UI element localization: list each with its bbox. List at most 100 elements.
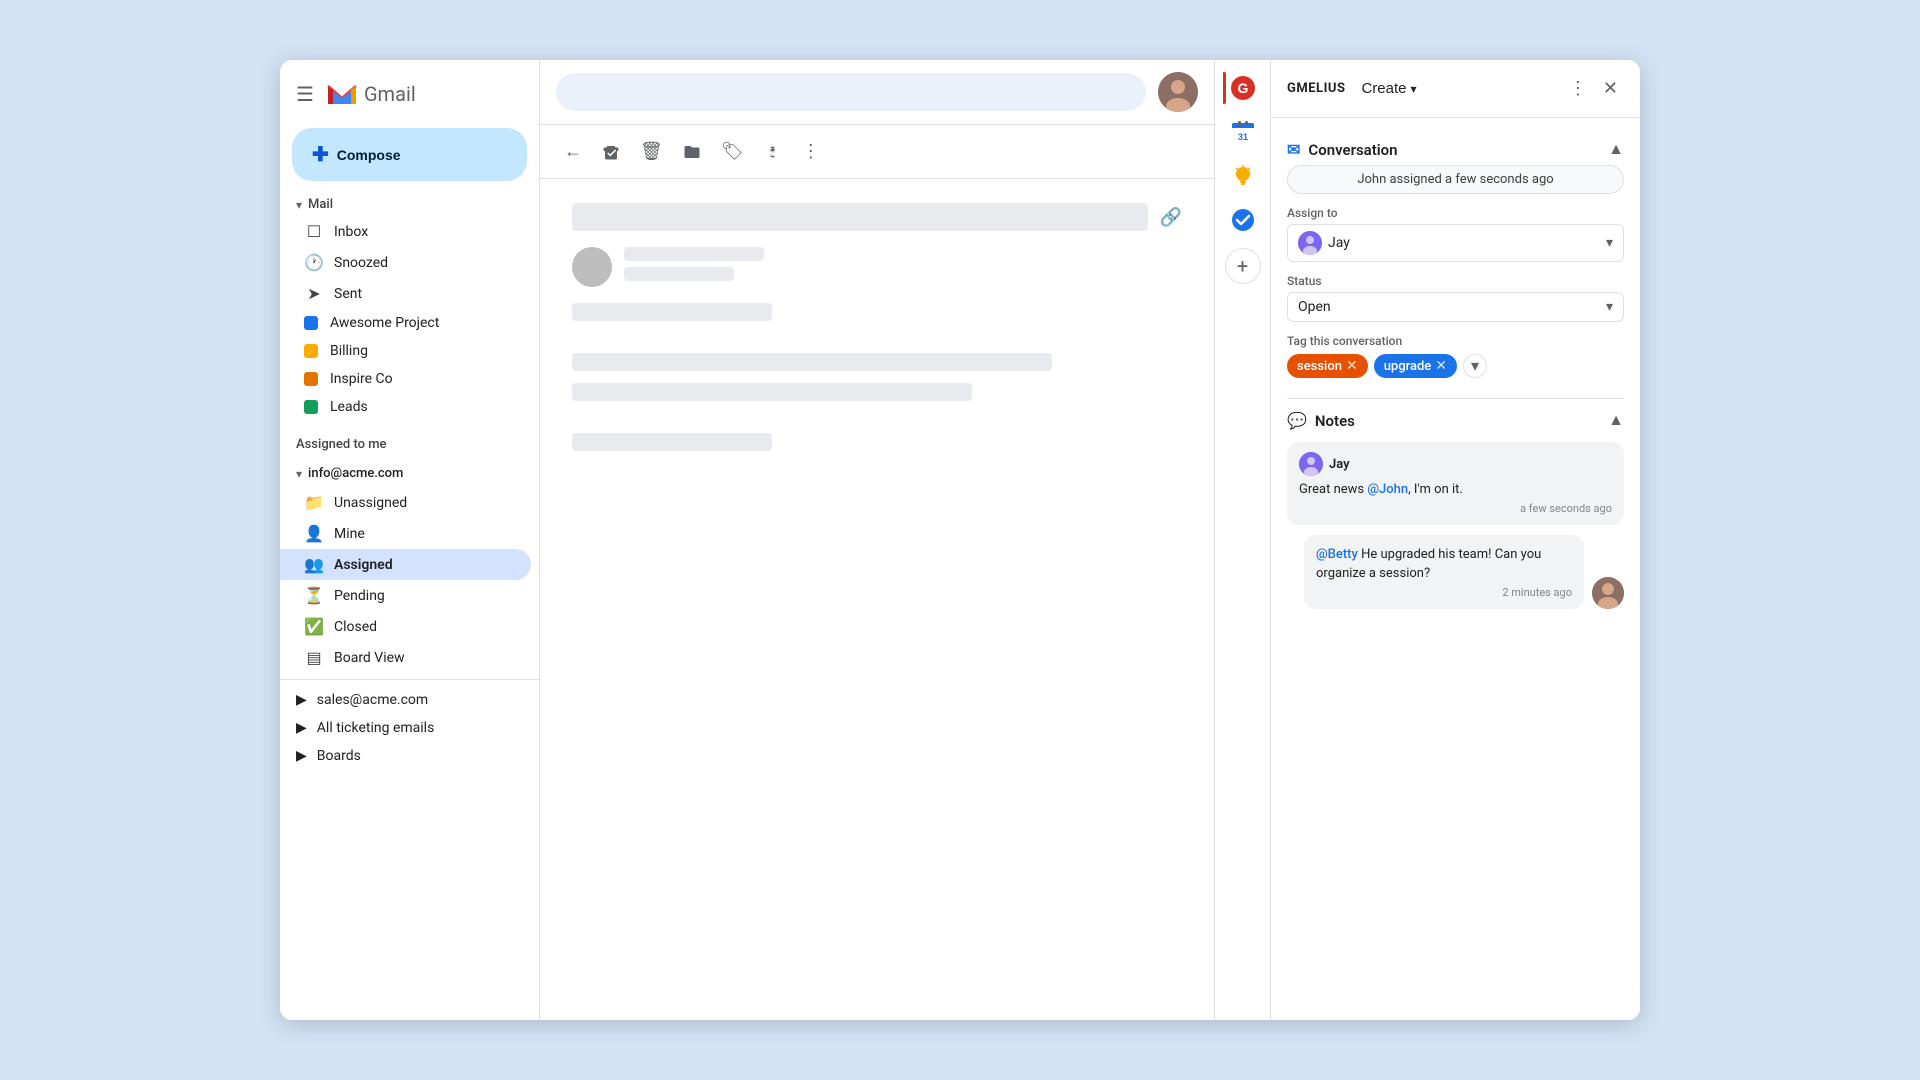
email-body-skeletons bbox=[572, 303, 1182, 451]
tags-label: Tag this conversation bbox=[1287, 334, 1624, 348]
note-2-bubble: @Betty He upgraded his team! Can you org… bbox=[1304, 535, 1584, 609]
close-panel-button[interactable]: ✕ bbox=[1597, 74, 1624, 103]
conversation-collapse-button[interactable]: ▲ bbox=[1608, 141, 1624, 159]
delete-button[interactable]: 🗑 bbox=[632, 133, 671, 170]
sidebar-item-leads[interactable]: Leads bbox=[280, 393, 531, 421]
hamburger-icon[interactable]: ☰ bbox=[296, 82, 314, 106]
gmelius-header: GMELIUS Create ▾ ⋮ ✕ bbox=[1271, 60, 1640, 118]
add-plus-icon: + bbox=[1237, 254, 1248, 278]
user-avatar-image bbox=[1158, 72, 1198, 112]
sidebar-item-closed[interactable]: ✅ Closed bbox=[280, 611, 531, 642]
assign-to-value: Jay bbox=[1328, 235, 1350, 251]
main-content: ← 🗑 🏷 ⋮ 🔗 bbox=[540, 60, 1214, 1020]
closed-icon: ✅ bbox=[304, 617, 324, 636]
tags-expand-button[interactable]: ▾ bbox=[1463, 354, 1487, 378]
sidebar-item-awesome-project[interactable]: Awesome Project bbox=[280, 309, 531, 337]
assign-to-chevron-icon: ▾ bbox=[1606, 235, 1613, 251]
note-2-row: @Betty He upgraded his team! Can you org… bbox=[1287, 535, 1624, 609]
snooze-button[interactable] bbox=[756, 135, 790, 169]
svg-text:G: G bbox=[1237, 80, 1248, 96]
sidebar: ☰ Gmail ✚ Compose ▾ bbox=[280, 60, 540, 1020]
check-side-icon[interactable] bbox=[1223, 200, 1263, 240]
divider-1 bbox=[280, 679, 539, 680]
more-options-button[interactable]: ⋮ bbox=[1563, 74, 1593, 103]
email-sender-row bbox=[572, 247, 1182, 287]
sidebar-item-pending[interactable]: ⏳ Pending bbox=[280, 580, 531, 611]
add-side-button[interactable]: + bbox=[1225, 248, 1261, 284]
status-select[interactable]: Open ▾ bbox=[1287, 292, 1624, 322]
sidebar-item-snoozed[interactable]: 🕐 Snoozed bbox=[280, 247, 531, 278]
more-button[interactable]: ⋮ bbox=[794, 133, 828, 170]
board-view-label: Board View bbox=[334, 650, 405, 666]
gmail-logo: Gmail bbox=[324, 76, 416, 112]
compose-button[interactable]: ✚ Compose bbox=[292, 128, 527, 181]
move-button[interactable] bbox=[675, 135, 709, 169]
note-2-text: @Betty He upgraded his team! Can you org… bbox=[1316, 545, 1572, 584]
leads-label: Leads bbox=[330, 399, 368, 415]
sidebar-item-sent[interactable]: ➤ Sent bbox=[280, 278, 531, 309]
awesome-project-dot bbox=[304, 316, 318, 330]
gmail-text: Gmail bbox=[364, 82, 416, 106]
sidebar-item-unassigned[interactable]: 📁 Unassigned bbox=[280, 487, 531, 518]
assigned-to-me-section: Assigned to me bbox=[280, 429, 539, 456]
all-ticketing-label: All ticketing emails bbox=[317, 720, 435, 736]
jay-note-avatar-image bbox=[1299, 452, 1323, 476]
calendar-icon: 31 31 bbox=[1230, 119, 1256, 145]
create-button[interactable]: Create ▾ bbox=[1353, 76, 1424, 101]
sender-detail-skeleton bbox=[624, 267, 734, 281]
gmelius-panel: GMELIUS Create ▾ ⋮ ✕ ✉ Conversation bbox=[1270, 60, 1640, 1020]
gmelius-side-icon[interactable]: G bbox=[1223, 68, 1263, 108]
sidebar-item-mine[interactable]: 👤 Mine bbox=[280, 518, 531, 549]
notes-label: Notes bbox=[1315, 412, 1355, 430]
sidebar-item-inspire-co[interactable]: Inspire Co bbox=[280, 365, 531, 393]
mail-section-label: Mail bbox=[308, 197, 333, 212]
calendar-side-icon[interactable]: 31 31 bbox=[1223, 112, 1263, 152]
conversation-title: ✉ Conversation bbox=[1287, 140, 1398, 159]
conversation-icon: ✉ bbox=[1287, 140, 1300, 159]
archive-button[interactable] bbox=[594, 135, 628, 169]
tag-upgrade[interactable]: upgrade ✕ bbox=[1374, 354, 1457, 378]
assign-to-field: Assign to Jay ▾ bbox=[1287, 206, 1624, 262]
john-mention: @John bbox=[1367, 482, 1408, 497]
sidebar-item-inbox[interactable]: ☐ Inbox bbox=[280, 216, 531, 247]
notes-header: 💬 Notes ▲ bbox=[1287, 411, 1624, 430]
link-icon[interactable]: 🔗 bbox=[1160, 207, 1182, 228]
email-subject-skeleton bbox=[572, 203, 1148, 231]
info-acme-header[interactable]: ▾ info@acme.com bbox=[280, 460, 539, 487]
active-indicator bbox=[1223, 72, 1226, 104]
check-circle-icon bbox=[1230, 207, 1256, 233]
back-button[interactable]: ← bbox=[556, 133, 590, 170]
note-1-top: Jay bbox=[1299, 452, 1612, 476]
upgrade-tag-close-icon[interactable]: ✕ bbox=[1435, 358, 1447, 374]
tag-session[interactable]: session ✕ bbox=[1287, 354, 1368, 378]
billing-label: Billing bbox=[330, 343, 368, 359]
outgoing-avatar-image bbox=[1592, 577, 1624, 609]
inspire-co-label: Inspire Co bbox=[330, 371, 393, 387]
mine-icon: 👤 bbox=[304, 524, 324, 543]
assign-to-select[interactable]: Jay ▾ bbox=[1287, 224, 1624, 262]
sidebar-item-sales-acme[interactable]: ▶ sales@acme.com bbox=[280, 686, 539, 714]
assigned-label: Assigned bbox=[334, 557, 393, 573]
notes-title: 💬 Notes bbox=[1287, 411, 1355, 430]
notes-collapse-button[interactable]: ▲ bbox=[1608, 412, 1624, 430]
sidebar-item-boards[interactable]: ▶ Boards bbox=[280, 742, 539, 770]
spacer2 bbox=[572, 413, 1182, 421]
tags-row: session ✕ upgrade ✕ ▾ bbox=[1287, 354, 1624, 378]
session-tag-close-icon[interactable]: ✕ bbox=[1346, 358, 1358, 374]
sidebar-item-assigned[interactable]: 👥 Assigned bbox=[280, 549, 531, 580]
status-field: Status Open ▾ bbox=[1287, 274, 1624, 322]
bulb-side-icon[interactable] bbox=[1223, 156, 1263, 196]
gmail-m-icon bbox=[324, 76, 360, 112]
search-input[interactable] bbox=[556, 73, 1146, 111]
inbox-icon: ☐ bbox=[304, 222, 324, 241]
user-avatar[interactable] bbox=[1158, 72, 1198, 112]
label-button[interactable]: 🏷 bbox=[713, 133, 752, 170]
status-label: Status bbox=[1287, 274, 1624, 288]
info-acme-label: info@acme.com bbox=[308, 466, 403, 481]
note-1: Jay Great news @John, I'm on it. a few s… bbox=[1287, 442, 1624, 525]
sender-info bbox=[624, 247, 764, 281]
sidebar-item-all-ticketing[interactable]: ▶ All ticketing emails bbox=[280, 714, 539, 742]
assigned-to-me-label: Assigned to me bbox=[296, 437, 387, 452]
sidebar-item-board-view[interactable]: ▤ Board View bbox=[280, 642, 531, 673]
sidebar-item-billing[interactable]: Billing bbox=[280, 337, 531, 365]
